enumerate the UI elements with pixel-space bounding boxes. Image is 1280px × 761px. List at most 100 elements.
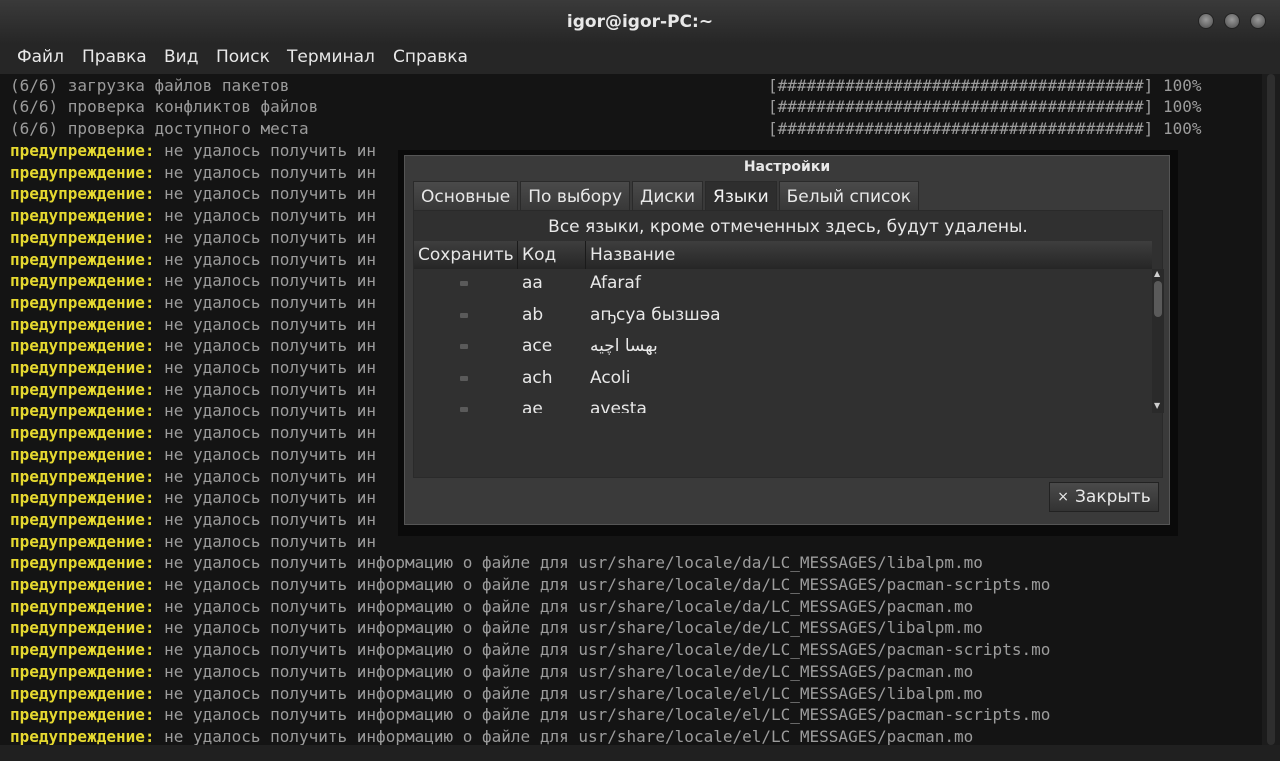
warning-line: предупреждение: не удалось получить ин	[10, 487, 376, 508]
minimize-icon[interactable]	[1198, 13, 1214, 29]
close-window-icon[interactable]	[1250, 13, 1266, 29]
warning-label: предупреждение:	[10, 184, 155, 204]
progress-bar-text: [######################################]…	[768, 118, 1201, 139]
language-row[interactable]: ace بهسا اچيه	[414, 332, 1152, 363]
warning-line: предупреждение: не удалось получить ин	[10, 531, 376, 552]
languages-panel: Все языки, кроме отмеченных здесь, будут…	[413, 210, 1164, 478]
language-name: Afaraf	[590, 273, 641, 293]
languages-list[interactable]: aa Afaraf ab аҧсуа бызшәа ace بهسا اچيه ach Aco…	[414, 269, 1152, 413]
warning-label: предупреждение:	[10, 553, 155, 573]
languages-scrollbar[interactable]: ▲ ▼	[1152, 269, 1164, 413]
language-name: аҧсуа бызшәа	[590, 304, 721, 325]
progress-pct: 100%	[1162, 76, 1202, 95]
menu-file[interactable]: Файл	[17, 47, 64, 67]
column-keep[interactable]: Сохранить	[414, 241, 518, 269]
menu-edit[interactable]: Правка	[82, 47, 147, 67]
terminal-scrollbar[interactable]	[1262, 74, 1280, 745]
warning-label: предупреждение:	[10, 271, 155, 291]
close-icon: ×	[1057, 489, 1069, 505]
title-bar: igor@igor-PC:~	[0, 0, 1280, 44]
warning-line: предупреждение: не удалось получить ин	[10, 379, 376, 400]
warning-label: предупреждение:	[10, 401, 155, 421]
warning-label: предупреждение:	[10, 640, 155, 660]
keep-checkbox[interactable]	[460, 375, 468, 381]
languages-scroll-thumb[interactable]	[1154, 281, 1162, 317]
language-row[interactable]: aa Afaraf	[414, 269, 1152, 300]
language-name: Acoli	[590, 367, 631, 388]
tab-languages[interactable]: Языки	[705, 181, 777, 211]
progress-bar-text: [######################################]…	[768, 75, 1201, 96]
warning-label: предупреждение:	[10, 683, 155, 703]
window-title: igor@igor-PC:~	[566, 12, 714, 32]
warning-label: предупреждение:	[10, 488, 155, 508]
warning-message: не удалось получить ин	[154, 358, 377, 377]
keep-checkbox[interactable]	[460, 312, 468, 318]
column-name[interactable]: Название	[586, 241, 1152, 269]
warning-message: не удалось получить информацию о файле д…	[154, 683, 983, 703]
warning-label: предупреждение:	[10, 444, 155, 464]
warning-message: не удалось получить ин	[154, 444, 377, 464]
language-code: ach	[522, 367, 553, 388]
language-row[interactable]: ab аҧсуа бызшәа	[414, 301, 1152, 332]
warning-label: предупреждение:	[10, 596, 155, 616]
keep-checkbox[interactable]	[460, 281, 468, 286]
warning-label: предупреждение:	[10, 379, 155, 399]
warning-message: не удалось получить ин	[154, 509, 377, 529]
tab-whitelist[interactable]: Белый список	[778, 181, 920, 211]
warning-label: предупреждение:	[10, 726, 155, 745]
warning-line: предупреждение: не удалось получить ин	[10, 227, 376, 248]
warning-line: предупреждение: не удалось получить инфо…	[10, 552, 983, 573]
warning-message: не удалось получить ин	[154, 141, 377, 160]
warning-line: предупреждение: не удалось получить инфо…	[10, 661, 973, 682]
warning-line: предупреждение: не удалось получить инфо…	[10, 704, 1050, 725]
scroll-down-icon[interactable]: ▼	[1154, 401, 1160, 410]
warning-message: не удалось получить ин	[154, 423, 377, 443]
menu-terminal[interactable]: Терминал	[287, 47, 375, 67]
warning-line: предупреждение: не удалось получить ин	[10, 422, 376, 443]
warning-message: не удалось получить информацию о файле д…	[154, 575, 1051, 594]
warning-label: предупреждение:	[10, 531, 155, 551]
warning-label: предупреждение:	[10, 661, 155, 681]
language-row[interactable]: ach Acoli	[414, 364, 1152, 395]
warning-label: предупреждение:	[10, 162, 155, 182]
window-bottom-edge	[0, 745, 1280, 761]
warning-line: предупреждение: не удалось получить ин	[10, 444, 376, 465]
keep-checkbox[interactable]	[460, 344, 468, 349]
warning-message: не удалось получить ин	[154, 466, 377, 486]
warning-line: предупреждение: не удалось получить ин	[10, 249, 376, 270]
menu-view[interactable]: Вид	[164, 47, 198, 67]
menu-search[interactable]: Поиск	[216, 47, 270, 67]
language-code: ace	[522, 336, 553, 356]
warning-line: предупреждение: не удалось получить инфо…	[10, 639, 1050, 660]
warning-message: не удалось получить ин	[154, 531, 377, 551]
keep-checkbox[interactable]	[460, 407, 468, 412]
warning-line: предупреждение: не удалось получить ин	[10, 400, 376, 421]
menu-help[interactable]: Справка	[393, 47, 468, 67]
maximize-icon[interactable]	[1224, 13, 1240, 29]
warning-message: не удалось получить ин	[154, 206, 377, 226]
column-code[interactable]: Код	[518, 241, 586, 269]
language-code: ae	[522, 399, 543, 413]
warning-line: предупреждение: не удалось получить инфо…	[10, 683, 983, 704]
warning-label: предупреждение:	[10, 423, 155, 443]
scroll-up-icon[interactable]: ▲	[1154, 269, 1160, 278]
tab-general[interactable]: Основные	[413, 181, 519, 211]
warning-label: предупреждение:	[10, 509, 155, 529]
progress-line: (6/6) проверка доступного места	[10, 118, 309, 139]
dialog-title: Настройки	[743, 159, 831, 175]
progress-bar: [######################################]	[768, 119, 1154, 138]
warning-message: не удалось получить ин	[154, 336, 377, 356]
terminal-scroll-thumb[interactable]	[1267, 74, 1275, 745]
language-row[interactable]: ae avesta	[414, 395, 1152, 413]
close-button-label: Закрыть	[1075, 487, 1151, 507]
settings-dialog: Настройки Основные По выбору Диски Языки…	[404, 155, 1170, 525]
warning-line: предупреждение: не удалось получить ин	[10, 335, 376, 356]
close-button[interactable]: × Закрыть	[1049, 482, 1159, 512]
menu-bar: Файл Правка Вид Поиск Терминал Справка	[0, 44, 1280, 74]
tab-disks[interactable]: Диски	[632, 181, 704, 211]
warning-line: предупреждение: не удалось получить ин	[10, 509, 376, 530]
warning-label: предупреждение:	[10, 336, 155, 356]
warning-message: не удалось получить информацию о файле д…	[154, 640, 1051, 660]
tab-custom[interactable]: По выбору	[520, 181, 631, 211]
warning-line: предупреждение: не удалось получить ин	[10, 292, 376, 313]
